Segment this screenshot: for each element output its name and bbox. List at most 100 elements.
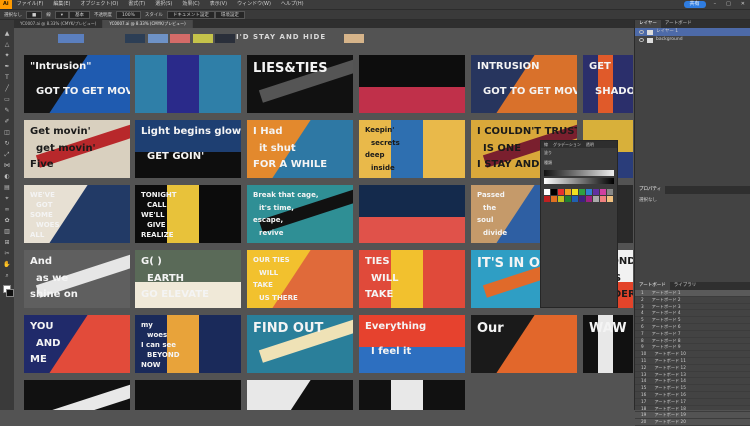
artboard-thumbnail[interactable]	[24, 380, 130, 410]
artboard-thumbnail[interactable]: OUR TIES WILL TAKE US THERE	[247, 250, 353, 308]
zoom-tool-icon[interactable]: ⌕	[3, 272, 11, 280]
artboard-thumbnail[interactable]	[247, 380, 353, 410]
preferences-button[interactable]: 環境設定	[214, 11, 245, 19]
tab-libraries[interactable]: ライブラリ	[670, 282, 701, 290]
artboard-thumbnail[interactable]: Keepin' secrets deep inside	[359, 120, 465, 178]
tab-artboard-list[interactable]: アートボード	[635, 282, 670, 290]
artboard-list-item[interactable]: 5 アートボード 5	[635, 317, 750, 324]
artboard-list-item[interactable]: 10 アートボード 10	[635, 351, 750, 358]
rectangle-tool-icon[interactable]: ▭	[3, 96, 11, 104]
artboard-list-item[interactable]: 11 アートボード 11	[635, 358, 750, 365]
doc-setup-button[interactable]: ドキュメント設定	[166, 11, 215, 19]
color-swatch[interactable]	[544, 196, 550, 202]
artboard-list-item[interactable]: 12 アートボード 12	[635, 365, 750, 372]
artboard-list-item[interactable]: 16 アートボード 16	[635, 392, 750, 399]
artboard-thumbnail[interactable]: INTRUSION GOT TO GET MOVIN'	[471, 55, 577, 113]
stroke-width-field[interactable]: ▾	[54, 11, 70, 19]
artboard-thumbnail[interactable]: "Intrusion" GOT TO GET MOVIN'	[24, 55, 130, 113]
minimize-icon[interactable]: –	[709, 0, 722, 9]
selection-tool-icon[interactable]: ▲	[3, 30, 11, 38]
scale-tool-icon[interactable]: ⤢	[3, 151, 11, 159]
visibility-eye-icon[interactable]	[639, 30, 644, 34]
eyedropper-tool-icon[interactable]: ⌖	[3, 195, 11, 203]
artboard-thumbnail[interactable]: Everything I feel it	[359, 315, 465, 373]
artboard-thumbnail[interactable]: FIND OUT	[247, 315, 353, 373]
artboard-list-item[interactable]: 13 アートボード 13	[635, 372, 750, 379]
artboard-thumbnail[interactable]: Break that cage, it's time, escape, revive	[247, 185, 353, 243]
color-swatch[interactable]	[600, 189, 606, 195]
tab-layers[interactable]: レイヤー	[635, 20, 661, 28]
menu-file[interactable]: ファイル(F)	[12, 0, 49, 9]
rotate-tool-icon[interactable]: ↻	[3, 140, 11, 148]
color-swatch[interactable]	[607, 196, 613, 202]
gradient-tool-icon[interactable]: ▤	[3, 184, 11, 192]
gradient-ramp[interactable]	[544, 178, 614, 184]
color-swatch[interactable]	[558, 196, 564, 202]
artboard-thumbnail[interactable]: I Had it shut FOR A WHILE	[247, 120, 353, 178]
visibility-eye-icon[interactable]	[639, 38, 644, 42]
color-swatch[interactable]	[565, 189, 571, 195]
color-swatch[interactable]	[607, 189, 613, 195]
layer-row[interactable]: レイヤー 1	[635, 28, 750, 36]
artboard-thumbnail[interactable]	[359, 55, 465, 113]
close-icon[interactable]: ✕	[736, 0, 750, 9]
layer-row[interactable]: background	[635, 36, 750, 44]
shape-builder-icon[interactable]: ◐	[3, 173, 11, 181]
direct-selection-tool-icon[interactable]: △	[3, 41, 11, 49]
color-swatch[interactable]	[579, 196, 585, 202]
maximize-icon[interactable]: □	[721, 0, 736, 9]
artboard-thumbnail[interactable]	[135, 380, 241, 410]
color-swatch[interactable]	[572, 189, 578, 195]
slice-tool-icon[interactable]: ✂	[3, 250, 11, 258]
artboard-list-item[interactable]: 14 アートボード 14	[635, 378, 750, 386]
artboard-thumbnail[interactable]: GET SHADOWS	[583, 55, 633, 113]
artboard-thumbnail[interactable]: WE'VE GOT SOME WOES ALL	[24, 185, 130, 243]
color-swatch[interactable]	[572, 196, 578, 202]
document-tab[interactable]: YC0007.ai @ 8.33% (CMYK/プレビュー)	[103, 20, 193, 28]
artboard-list-item[interactable]: 6 アートボード 6	[635, 324, 750, 331]
opacity-field[interactable]: 100%	[116, 11, 141, 19]
artboard-thumbnail[interactable]: G( ) EARTH GO ELEVATE	[135, 250, 241, 308]
artboard-list-item[interactable]: 7 アートボード 7	[635, 331, 750, 338]
menu-type[interactable]: 書式(T)	[123, 0, 150, 9]
artboard-thumbnail[interactable]: LIES&TIES	[247, 55, 353, 113]
menu-view[interactable]: 表示(V)	[205, 0, 232, 9]
color-swatch[interactable]	[593, 189, 599, 195]
menu-select[interactable]: 選択(S)	[150, 0, 177, 9]
artboard-list-item[interactable]: 1 アートボード 1	[635, 290, 750, 297]
blend-tool-icon[interactable]: ∞	[3, 206, 11, 214]
artboard-thumbnail[interactable]: TONIGHT CALL WE'LL GIVE REALIZE	[135, 185, 241, 243]
color-swatch[interactable]	[558, 189, 564, 195]
type-tool-icon[interactable]: T	[3, 74, 11, 82]
color-swatch[interactable]	[579, 189, 585, 195]
tab-stroke[interactable]: 線	[544, 141, 548, 148]
artboard-thumbnail[interactable]: WAW	[583, 315, 633, 373]
color-swatch[interactable]	[544, 189, 550, 195]
artboard-thumbnail[interactable]: YOU AND ME	[24, 315, 130, 373]
color-swatch[interactable]	[586, 196, 592, 202]
line-tool-icon[interactable]: ╱	[3, 85, 11, 93]
tab-gradient[interactable]: グラデーション	[553, 141, 581, 148]
eraser-tool-icon[interactable]: ◫	[3, 129, 11, 137]
artboard-thumbnail[interactable]: Our	[471, 315, 577, 373]
magic-wand-icon[interactable]: ✦	[3, 52, 11, 60]
tab-artboards[interactable]: アートボード	[661, 20, 696, 28]
color-swatch[interactable]	[600, 196, 606, 202]
fill-swatch[interactable]: ■	[26, 11, 43, 19]
graph-tool-icon[interactable]: ▥	[3, 228, 11, 236]
menu-object[interactable]: オブジェクト(O)	[75, 0, 123, 9]
hand-tool-icon[interactable]: ✋	[3, 261, 11, 269]
color-swatch[interactable]	[551, 196, 557, 202]
artboard-list-item[interactable]: 9 アートボード 9	[635, 344, 750, 352]
artboard-list-item[interactable]: 17 アートボード 17	[635, 399, 750, 406]
shaper-tool-icon[interactable]: ✐	[3, 118, 11, 126]
artboard-list-item[interactable]: 19 アートボード 19	[635, 412, 750, 420]
tab-transparency[interactable]: 透明	[586, 141, 594, 148]
artboard-list-item[interactable]: 2 アートボード 2	[635, 297, 750, 304]
share-button[interactable]: 共有	[683, 1, 706, 8]
color-swatch[interactable]	[551, 189, 557, 195]
color-swatch[interactable]	[565, 196, 571, 202]
properties-title[interactable]: プロパティ	[635, 186, 666, 194]
artboard-thumbnail[interactable]: my woes I can see BEYOND NOW	[135, 315, 241, 373]
artboard-thumbnail[interactable]: And as we shine on	[24, 250, 130, 308]
